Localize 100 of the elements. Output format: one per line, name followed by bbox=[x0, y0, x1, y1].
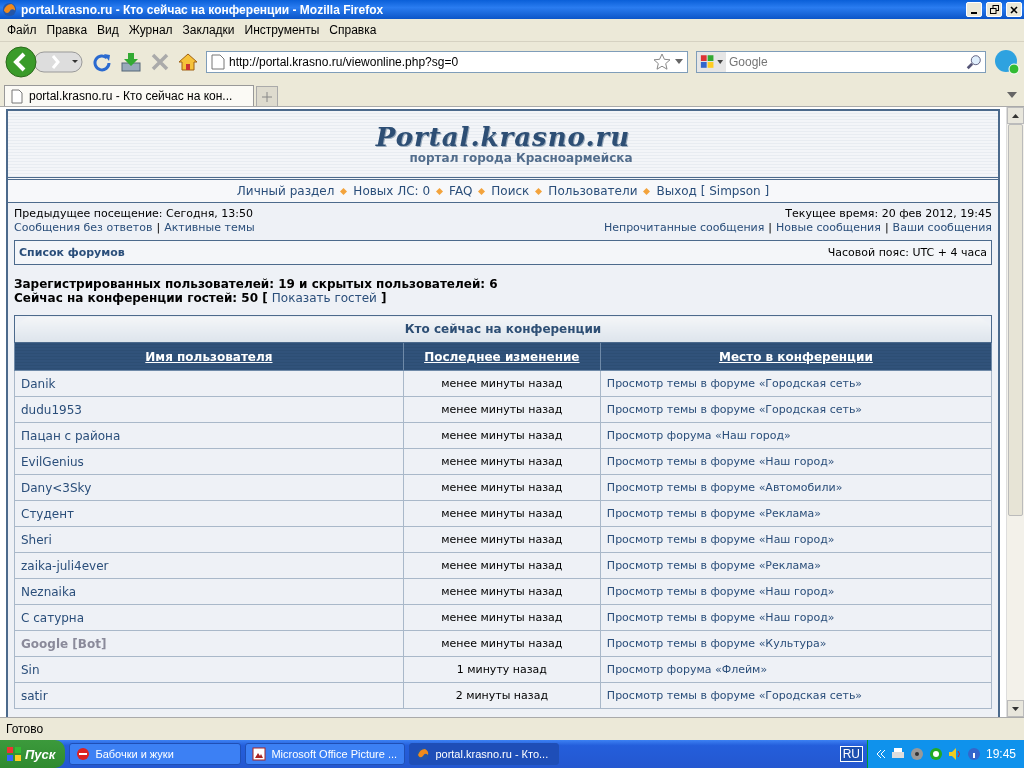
start-button[interactable]: Пуск bbox=[0, 740, 66, 768]
show-guests-link[interactable]: Показать гостей bbox=[271, 291, 377, 305]
search-link[interactable]: Сообщения без ответов bbox=[14, 221, 153, 234]
back-button[interactable] bbox=[4, 45, 84, 79]
separator-icon bbox=[436, 187, 444, 195]
user-link[interactable]: Danik bbox=[14, 370, 404, 397]
table-cell: 1 минуту назад bbox=[403, 656, 601, 683]
location-link[interactable]: Просмотр темы в форуме «Автомобили» bbox=[600, 474, 992, 501]
scroll-down-icon[interactable] bbox=[1012, 706, 1019, 711]
close-icon bbox=[1010, 5, 1018, 14]
dropdown-icon[interactable] bbox=[675, 59, 683, 65]
user-link[interactable]: Sin bbox=[14, 656, 404, 683]
link-separator: | bbox=[768, 221, 773, 234]
minimize-button[interactable] bbox=[966, 2, 982, 17]
printer-icon[interactable] bbox=[890, 747, 905, 761]
table-cell: менее минуты назад bbox=[403, 422, 601, 449]
browser-icon bbox=[416, 747, 431, 761]
column-header[interactable]: Имя пользователя bbox=[14, 342, 404, 371]
language-indicator[interactable]: RU bbox=[839, 746, 863, 762]
menu-item[interactable]: Закладки bbox=[177, 23, 240, 37]
menu-item[interactable]: Файл bbox=[2, 23, 42, 37]
site-logo[interactable]: Portal.krasno.ru bbox=[375, 123, 631, 151]
user-link[interactable]: dudu1953 bbox=[14, 396, 404, 423]
table-cell: менее минуты назад bbox=[403, 370, 601, 397]
taskbar-button[interactable]: portal.krasno.ru - Кто... bbox=[409, 743, 560, 765]
disc-icon[interactable] bbox=[909, 747, 924, 761]
browser-icon bbox=[2, 2, 17, 17]
taskbar-button[interactable]: Бабочки и жуки bbox=[69, 743, 242, 765]
breadcrumb-link[interactable]: Список форумов bbox=[19, 246, 125, 259]
link-separator: | bbox=[156, 221, 161, 234]
search-button[interactable] bbox=[963, 51, 986, 73]
menu-item[interactable]: Правка bbox=[41, 23, 93, 37]
search-link[interactable]: Ваши сообщения bbox=[892, 221, 992, 234]
reload-icon[interactable] bbox=[92, 52, 112, 72]
user-link[interactable]: С сатурна bbox=[14, 604, 404, 631]
menu-item[interactable]: Справка bbox=[324, 23, 382, 37]
location-link[interactable]: Просмотр темы в форуме «Культура» bbox=[600, 630, 992, 657]
location-link[interactable]: Просмотр форума «Флейм» bbox=[600, 656, 992, 683]
guests-count-text: Сейчас на конференции гостей: 50 [ Показать гостей ] bbox=[14, 291, 388, 305]
maximize-button[interactable] bbox=[986, 2, 1002, 17]
nav-link[interactable]: FAQ bbox=[449, 184, 473, 198]
search-link[interactable]: Новые сообщения bbox=[776, 221, 881, 234]
taskbar-button[interactable]: Microsoft Office Picture ... bbox=[245, 743, 406, 765]
location-link[interactable]: Просмотр темы в форуме «Наш город» bbox=[600, 578, 992, 605]
separator-icon bbox=[535, 187, 543, 195]
user-link[interactable]: Пацан с района bbox=[14, 422, 404, 449]
user-link[interactable]: satir bbox=[14, 682, 404, 709]
user-link[interactable]: Neznaika bbox=[14, 578, 404, 605]
user-link[interactable]: zaika-juli4ever bbox=[14, 552, 404, 579]
separator-icon bbox=[643, 187, 651, 195]
page-icon bbox=[211, 54, 225, 70]
table-cell: менее минуты назад bbox=[403, 552, 601, 579]
user-link[interactable]: EvilGenius bbox=[14, 448, 404, 475]
search-engine-icon[interactable] bbox=[696, 51, 726, 73]
scroll-up-icon[interactable] bbox=[1012, 113, 1019, 118]
chevron-icon[interactable] bbox=[875, 749, 886, 759]
table-cell: менее минуты назад bbox=[403, 526, 601, 553]
user-link[interactable]: Студент bbox=[14, 500, 404, 527]
nav-link[interactable]: Новых ЛС: 0 bbox=[353, 184, 431, 198]
location-link[interactable]: Просмотр форума «Наш город» bbox=[600, 422, 992, 449]
ring-icon[interactable] bbox=[928, 747, 943, 761]
nav-link[interactable]: Выход [ Simpson ] bbox=[656, 184, 770, 198]
plus-icon bbox=[262, 91, 272, 102]
table-cell: менее минуты назад bbox=[403, 578, 601, 605]
column-header[interactable]: Последнее изменение bbox=[403, 342, 601, 371]
menu-item[interactable]: Вид bbox=[92, 23, 124, 37]
restore-icon bbox=[989, 5, 999, 14]
star-icon[interactable] bbox=[653, 53, 671, 71]
browser-tab[interactable]: portal.krasno.ru - Кто сейчас на кон... bbox=[4, 85, 254, 106]
status-text: Готово bbox=[6, 722, 44, 736]
picture-icon bbox=[252, 747, 267, 761]
window-title: portal.krasno.ru - Кто сейчас на конференции - Mozilla Firefox bbox=[21, 2, 385, 17]
location-link[interactable]: Просмотр темы в форуме «Городская сеть» bbox=[600, 370, 992, 397]
close-button[interactable] bbox=[1006, 2, 1022, 17]
column-header[interactable]: Место в конференции bbox=[600, 342, 992, 371]
location-link[interactable]: Просмотр темы в форуме «Наш город» bbox=[600, 526, 992, 553]
nav-link[interactable]: Поиск bbox=[491, 184, 530, 198]
location-link[interactable]: Просмотр темы в форуме «Городская сеть» bbox=[600, 682, 992, 709]
location-link[interactable]: Просмотр темы в форуме «Наш город» bbox=[600, 448, 992, 475]
nav-link[interactable]: Пользователи bbox=[548, 184, 638, 198]
address-field[interactable]: http://portal.krasno.ru/viewonline.php?sg=0 bbox=[206, 51, 688, 73]
nav-link[interactable]: Личный раздел bbox=[236, 184, 335, 198]
speaker-icon[interactable] bbox=[947, 747, 962, 761]
info-icon[interactable] bbox=[966, 747, 981, 761]
location-link[interactable]: Просмотр темы в форуме «Наш город» bbox=[600, 604, 992, 631]
search-link[interactable]: Активные темы bbox=[164, 221, 255, 234]
chat-icon[interactable] bbox=[994, 49, 1020, 75]
menu-item[interactable]: Журнал bbox=[123, 23, 178, 37]
location-link[interactable]: Просмотр темы в форуме «Реклама» bbox=[600, 552, 992, 579]
user-link[interactable]: Sheri bbox=[14, 526, 404, 553]
search-field[interactable]: Google bbox=[726, 51, 963, 73]
menu-item[interactable]: Инструменты bbox=[239, 23, 325, 37]
table-cell: менее минуты назад bbox=[403, 448, 601, 475]
location-link[interactable]: Просмотр темы в форуме «Реклама» bbox=[600, 500, 992, 527]
download-icon[interactable] bbox=[120, 51, 142, 73]
user-link[interactable]: Dany<3Sky bbox=[14, 474, 404, 501]
table-cell: менее минуты назад bbox=[403, 604, 601, 631]
home-icon[interactable] bbox=[178, 52, 198, 72]
search-link[interactable]: Непрочитанные сообщения bbox=[603, 221, 765, 234]
location-link[interactable]: Просмотр темы в форуме «Городская сеть» bbox=[600, 396, 992, 423]
